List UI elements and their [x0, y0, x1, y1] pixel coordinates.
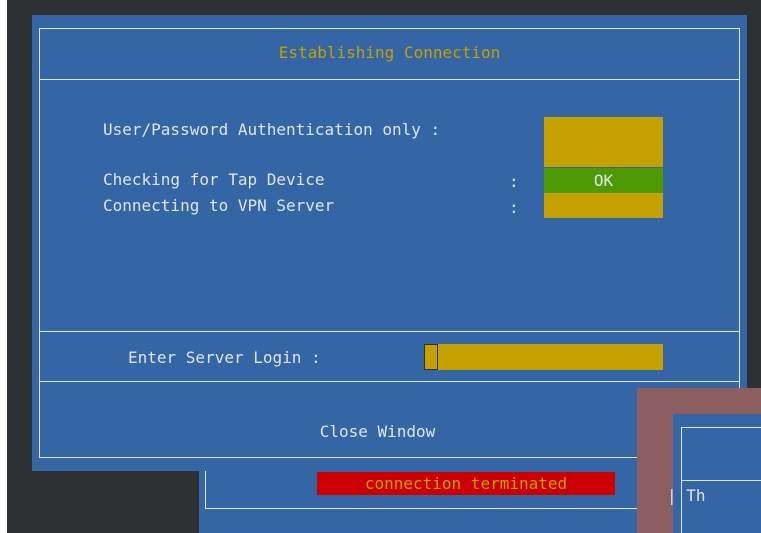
overlay-partial-text: | Th: [667, 486, 706, 505]
overlay-divider: [681, 480, 761, 481]
tap-device-status: OK: [544, 168, 663, 193]
vpn-server-separator: :: [509, 198, 519, 217]
text-cursor: [424, 344, 438, 370]
tap-device-label: Checking for Tap Device: [103, 170, 325, 189]
server-login-input[interactable]: [424, 344, 663, 370]
close-window-button[interactable]: Close Window: [32, 420, 723, 444]
overlay-dialog: | Th: [637, 388, 761, 533]
dialog-frame: [39, 28, 740, 458]
vpn-server-status: [544, 193, 663, 218]
login-divider-top: [39, 331, 740, 332]
overlay-dialog-body: [673, 414, 761, 533]
connection-terminated-badge: connection terminated: [317, 472, 615, 495]
auth-mode-label: User/Password Authentication only :: [103, 120, 441, 139]
tap-device-separator: :: [509, 172, 519, 191]
auth-mode-status: [544, 117, 663, 167]
server-login-label: Enter Server Login :: [128, 348, 321, 367]
title-divider: [39, 79, 740, 80]
login-divider-bottom: [39, 381, 740, 382]
vpn-server-label: Connecting to VPN Server: [103, 196, 335, 215]
dialog-title: Establishing Connection: [278, 43, 501, 62]
